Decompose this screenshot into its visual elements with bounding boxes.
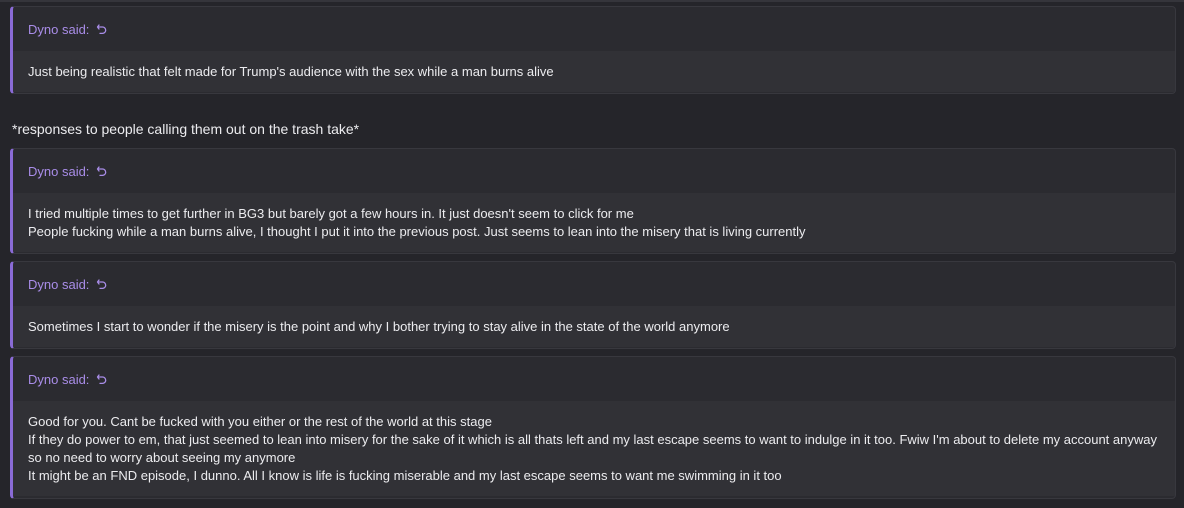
- top-divider: [0, 0, 1184, 2]
- jump-to-quote-icon[interactable]: [96, 373, 108, 385]
- quote-author-link[interactable]: Dyno said:: [28, 277, 89, 292]
- quote-line: Just being realistic that felt made for …: [28, 64, 554, 79]
- quote-line: Good for you. Cant be fucked with you ei…: [28, 414, 492, 429]
- quote-line: so no need to worry about seeing my anym…: [28, 450, 296, 465]
- post-text: *responses to people calling them out on…: [12, 121, 360, 137]
- quote-author-link[interactable]: Dyno said:: [28, 22, 89, 37]
- quote-content: Good for you. Cant be fucked with you ei…: [13, 401, 1175, 496]
- quote-line: People fucking while a man burns alive, …: [28, 224, 806, 239]
- quote-header: Dyno said:: [13, 7, 1175, 51]
- quote-line: It might be an FND episode, I dunno. All…: [28, 468, 782, 483]
- quote-line: If they do power to em, that just seemed…: [28, 432, 1157, 447]
- jump-to-quote-icon[interactable]: [96, 23, 108, 35]
- quote-header: Dyno said:: [13, 149, 1175, 193]
- quote-line: I tried multiple times to get further in…: [28, 206, 634, 221]
- quote-block-2: Dyno said: I tried multiple times to get…: [10, 148, 1176, 254]
- quote-author-link[interactable]: Dyno said:: [28, 372, 89, 387]
- quote-content: Sometimes I start to wonder if the miser…: [13, 306, 1175, 347]
- quote-header: Dyno said:: [13, 262, 1175, 306]
- quote-line: Sometimes I start to wonder if the miser…: [28, 319, 730, 334]
- quote-content: I tried multiple times to get further in…: [13, 193, 1175, 252]
- quote-block-4: Dyno said: Good for you. Cant be fucked …: [10, 356, 1176, 499]
- quote-header: Dyno said:: [13, 357, 1175, 401]
- quote-block-3: Dyno said: Sometimes I start to wonder i…: [10, 261, 1176, 349]
- quote-content: Just being realistic that felt made for …: [13, 51, 1175, 92]
- jump-to-quote-icon[interactable]: [96, 165, 108, 177]
- quote-author-link[interactable]: Dyno said:: [28, 164, 89, 179]
- quote-block-1: Dyno said: Just being realistic that fel…: [10, 6, 1176, 94]
- jump-to-quote-icon[interactable]: [96, 278, 108, 290]
